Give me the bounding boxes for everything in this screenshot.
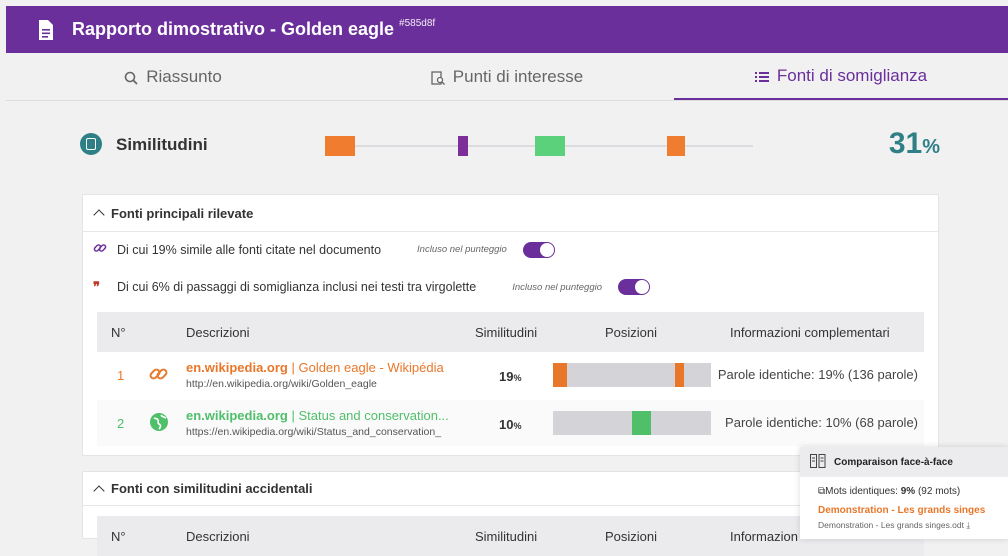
tab-summary[interactable]: Riassunto	[6, 53, 340, 100]
column-header: Similitudini	[475, 529, 538, 544]
download-icon[interactable]: ⤓	[966, 520, 970, 530]
include-score-toggle[interactable]	[522, 241, 555, 258]
source-info: Parole identiche: 10% (68 parole)	[725, 415, 918, 430]
report-title: Rapporto dimostrativo - Golden eagle	[72, 19, 395, 39]
cited-sources-text: Di cui 19% simile alle fonti citate nel …	[117, 242, 382, 257]
identical-words: ⧉Mots identiques: 9% (92 mots)	[818, 486, 961, 497]
table-row[interactable]: 1 en.wikipedia.org | Golden eagle - Wiki…	[97, 352, 924, 398]
list-icon	[754, 69, 769, 83]
similarity-mark[interactable]	[667, 136, 685, 156]
globe-icon	[149, 412, 169, 432]
main-sources-panel: Fonti principali rilevate Di cui 19% sim…	[82, 194, 939, 456]
tab-bar: Riassunto Punti di interesse Fonti di so…	[6, 53, 1008, 101]
compare-icon	[810, 453, 826, 471]
position-mark[interactable]	[553, 363, 568, 387]
source-link[interactable]: en.wikipedia.org | Status and conservati…	[186, 408, 449, 423]
copy-icon	[80, 133, 102, 155]
source-url[interactable]: http://en.wikipedia.org/wiki/Golden_eagl…	[186, 378, 471, 390]
popup-title: Comparaison face-à-face	[834, 456, 953, 468]
column-header: Informazioni complementari	[730, 325, 890, 340]
chevron-up-icon	[93, 209, 105, 221]
main-sources-title: Fonti principali rilevate	[111, 205, 254, 221]
source-link[interactable]: en.wikipedia.org | Golden eagle - Wikipé…	[186, 360, 444, 375]
similarity-mark[interactable]	[534, 136, 565, 156]
source-percent: 19%	[499, 369, 522, 384]
cited-sources-row: Di cui 19% simile alle fonti citate nel …	[93, 241, 555, 258]
column-header: Posizioni	[605, 529, 658, 544]
quote-icon: ❞	[93, 279, 100, 294]
tab-similarity-sources[interactable]: Fonti di somiglianza	[674, 53, 1008, 100]
tab-sources-label: Fonti di somiglianza	[776, 65, 928, 85]
source-info: Parole identiche: 19% (136 parole)	[717, 367, 918, 382]
tab-points-label: Punti di interesse	[452, 66, 584, 86]
row-number: 1	[117, 368, 125, 383]
position-mark[interactable]	[632, 411, 651, 435]
column-header: Posizioni	[605, 325, 658, 340]
source-percent: 10%	[499, 417, 522, 432]
magnifier-icon	[124, 70, 138, 85]
similarity-mark[interactable]	[457, 136, 469, 156]
score-badge: Incluso nel punteggio	[417, 244, 507, 255]
quoted-passages-row: ❞ Di cui 6% di passaggi di somiglianza i…	[93, 279, 650, 295]
comparison-popup: Comparaison face-à-face ⧉Mots identiques…	[800, 447, 1008, 539]
report-id: #585d8f	[399, 18, 436, 29]
similarity-track	[325, 136, 753, 156]
similarity-percent: 31%	[888, 127, 940, 160]
document-search-icon	[431, 70, 445, 85]
similarity-label: Similitudini	[116, 135, 208, 154]
column-header: N°	[111, 529, 126, 544]
tab-points-of-interest[interactable]: Punti di interesse	[340, 53, 674, 100]
link-icon	[149, 364, 169, 384]
chevron-up-icon	[93, 484, 105, 497]
link-icon	[93, 241, 107, 258]
include-quotes-toggle[interactable]	[618, 279, 650, 295]
table-row[interactable]: 2 en.wikipedia.org | Status and conserva…	[97, 400, 924, 446]
position-bar[interactable]	[553, 363, 711, 387]
similarity-mark[interactable]	[325, 136, 355, 156]
column-header: Descrizioni	[186, 325, 250, 340]
similarity-summary: Similitudini 31%	[80, 127, 960, 162]
tab-summary-label: Riassunto	[146, 66, 222, 86]
quoted-passages-text: Di cui 6% di passaggi di somiglianza inc…	[117, 280, 477, 294]
column-header: Similitudini	[475, 325, 538, 340]
sources-table-header: N° Descrizioni Similitudini Posizioni In…	[97, 312, 924, 352]
popup-header: Comparaison face-à-face	[800, 447, 1008, 477]
popup-body: ⧉Mots identiques: 9% (92 mots) Demonstra…	[800, 477, 1008, 532]
compared-document-file[interactable]: Demonstration - Les grands singes.odt ⤓	[818, 518, 1008, 532]
accidental-sources-title: Fonti con similitudini accidentali	[111, 481, 313, 496]
compared-document-title[interactable]: Demonstration - Les grands singes	[818, 504, 1008, 518]
top-bar: Rapporto dimostrativo - Golden eagle #58…	[6, 6, 1008, 53]
position-bar[interactable]	[553, 411, 711, 435]
row-number: 2	[117, 416, 125, 431]
column-header: Informazion	[730, 529, 798, 544]
score-badge: Incluso nel punteggio	[512, 281, 602, 293]
document-icon	[38, 19, 54, 41]
column-header: N°	[111, 325, 126, 340]
column-header: Descrizioni	[186, 529, 250, 544]
main-sources-header[interactable]: Fonti principali rilevate	[83, 195, 938, 232]
source-url[interactable]: https://en.wikipedia.org/wiki/Status_and…	[186, 426, 471, 438]
position-mark[interactable]	[674, 363, 685, 387]
